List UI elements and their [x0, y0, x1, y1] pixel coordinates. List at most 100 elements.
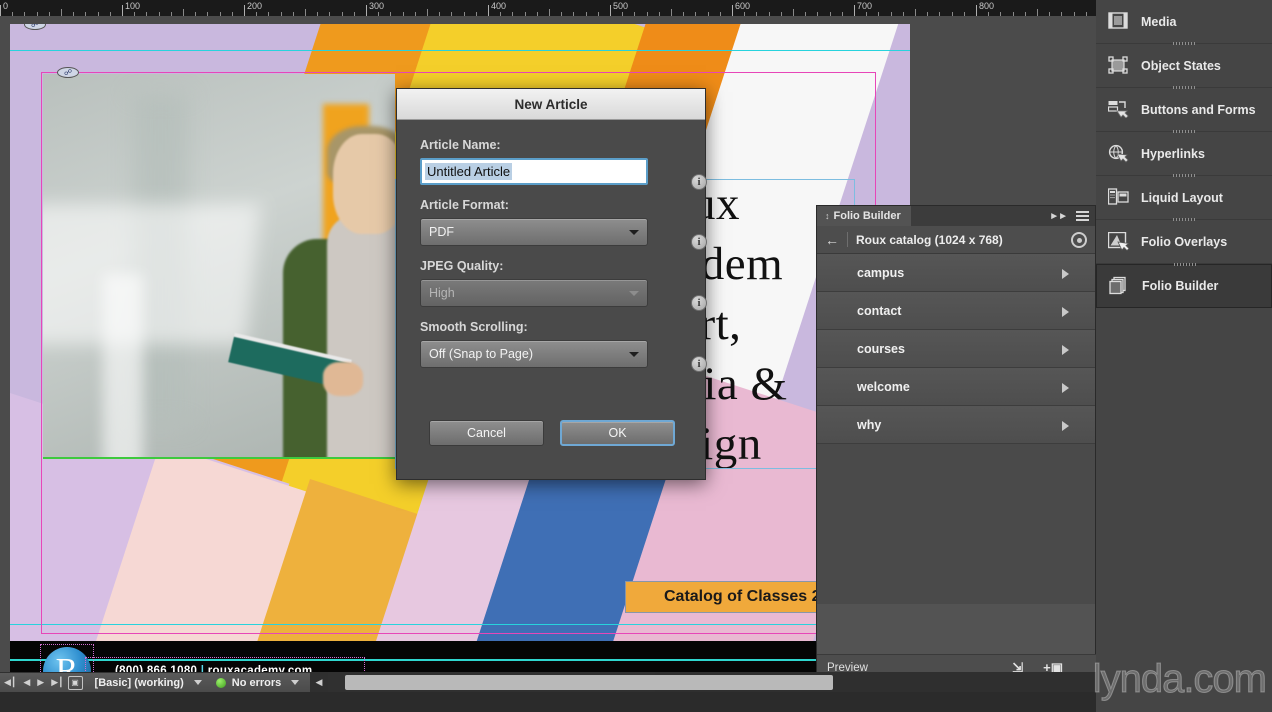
article-format-label: Article Format:: [420, 198, 509, 212]
next-page-icon[interactable]: ▶: [37, 677, 44, 688]
cancel-button[interactable]: Cancel: [429, 420, 544, 446]
jpeg-quality-select[interactable]: High: [420, 279, 648, 307]
info-icon-article-format[interactable]: i: [691, 234, 707, 250]
status-indicator-dot: [215, 677, 226, 688]
folio-article-row[interactable]: contact: [817, 292, 1095, 330]
link-chain-icon-2[interactable]: ☍: [57, 67, 79, 78]
page-mode-icon[interactable]: ▣: [67, 675, 83, 690]
smooth-scrolling-label: Smooth Scrolling:: [420, 320, 528, 334]
ok-button[interactable]: OK: [560, 420, 675, 446]
ruler-label: 0: [3, 1, 9, 11]
back-arrow-icon[interactable]: ←: [825, 233, 839, 247]
horizontal-ruler[interactable]: 0 100 200 300 400 500 600 700 800: [0, 0, 1096, 16]
collapse-chevrons-icon[interactable]: ►►: [1049, 211, 1068, 222]
panel-menu-icon[interactable]: [1076, 211, 1089, 221]
ruler-label: 300: [369, 1, 385, 11]
errors-label[interactable]: No errors: [232, 677, 282, 689]
buttons-forms-icon: [1108, 100, 1130, 120]
folio-panel-tabbar[interactable]: ↕ Folio Builder ►►: [817, 206, 1095, 226]
article-format-select[interactable]: PDF: [420, 218, 648, 246]
dock-divider-grip[interactable]: [1096, 83, 1272, 91]
dock-item-label: Media: [1141, 14, 1177, 29]
liquid-layout-icon: [1108, 187, 1130, 208]
folio-article-name: campus: [857, 265, 905, 280]
smooth-scrolling-value: Off (Snap to Page): [429, 347, 533, 361]
ruler-label: 500: [613, 1, 629, 11]
refresh-icon[interactable]: [1071, 232, 1087, 248]
media-icon: [1108, 11, 1130, 32]
status-bar: ◀┃ ◀ ▶ ▶┃ ▣ [Basic] (working) No errors …: [0, 672, 1096, 692]
dock-item-label: Folio Builder: [1142, 279, 1219, 293]
article-name-input[interactable]: Untitled Article: [420, 158, 648, 185]
folio-article-row[interactable]: courses: [817, 330, 1095, 368]
dock-divider-grip[interactable]: [1096, 171, 1272, 179]
folio-article-name: courses: [857, 341, 905, 356]
dock-item-label: Buttons and Forms: [1141, 102, 1256, 117]
last-page-icon[interactable]: ▶┃: [51, 677, 63, 688]
folio-article-name: welcome: [857, 379, 910, 394]
scroll-left-icon[interactable]: ◀: [310, 672, 328, 692]
panel-dock[interactable]: Media Object States Buttons and Forms Hyper…: [1096, 0, 1272, 712]
dialog-buttons: Cancel OK: [397, 420, 707, 446]
info-icon-smooth-scrolling[interactable]: i: [691, 356, 707, 372]
dock-divider-grip[interactable]: [1096, 215, 1272, 223]
dock-item-buttons-and-forms[interactable]: Buttons and Forms: [1096, 85, 1272, 132]
info-icon-jpeg-quality[interactable]: i: [691, 295, 707, 311]
dock-item-folio-overlays[interactable]: Folio Overlays: [1096, 217, 1272, 264]
dock-item-label: Liquid Layout: [1141, 190, 1223, 205]
ruler-label: 200: [247, 1, 263, 11]
article-format-row: Article Format: PDF i: [420, 198, 707, 250]
dock-item-label: Folio Overlays: [1141, 234, 1228, 249]
dialog-title: New Article: [397, 89, 705, 120]
workspace-chevron-icon[interactable]: [193, 680, 202, 685]
dock-item-hyperlinks[interactable]: Hyperlinks: [1096, 129, 1272, 176]
chevron-down-icon-scrolling: [629, 352, 639, 357]
smooth-scrolling-select[interactable]: Off (Snap to Page): [420, 340, 648, 368]
dock-item-media[interactable]: Media: [1096, 0, 1272, 44]
folio-header: ← Roux catalog (1024 x 768): [817, 226, 1095, 254]
dock-item-folio-builder[interactable]: Folio Builder: [1096, 262, 1272, 308]
dock-divider-grip[interactable]: [1097, 260, 1272, 268]
folio-article-row[interactable]: why: [817, 406, 1095, 444]
ruler-label: 100: [125, 1, 141, 11]
object-states-icon: [1108, 55, 1130, 76]
dock-divider-grip[interactable]: [1096, 127, 1272, 135]
guide-horizontal-top: [10, 50, 910, 51]
chevron-down-icon-format: [629, 230, 639, 235]
chevron-right-icon[interactable]: [1062, 268, 1069, 279]
workspace-label[interactable]: [Basic] (working): [95, 677, 184, 689]
chevron-right-icon[interactable]: [1062, 306, 1069, 317]
dock-item-liquid-layout[interactable]: Liquid Layout: [1096, 173, 1272, 220]
prev-page-icon[interactable]: ◀: [23, 677, 30, 688]
folio-article-list[interactable]: campus contact courses welcome why: [817, 254, 1095, 444]
new-article-dialog[interactable]: New Article Article Name: Untitled Artic…: [396, 88, 707, 480]
chevron-right-icon[interactable]: [1062, 344, 1069, 355]
hyperlinks-icon: [1108, 144, 1130, 164]
document-canvas[interactable]: oux cadem Art, edia & esign: [0, 16, 1096, 692]
ruler-label: 400: [491, 1, 507, 11]
first-page-icon[interactable]: ◀┃: [4, 677, 16, 688]
guide-horizontal-bottom: [10, 624, 910, 625]
folio-article-row[interactable]: campus: [817, 254, 1095, 292]
article-name-row: Article Name: Untitled Article i: [420, 138, 707, 190]
smooth-scrolling-row: Smooth Scrolling: Off (Snap to Page) i: [420, 320, 707, 372]
article-format-value: PDF: [429, 225, 454, 239]
dock-divider-grip[interactable]: [1096, 39, 1272, 47]
folio-empty-space: [817, 444, 1095, 604]
scrollbar-thumb[interactable]: [345, 675, 833, 690]
ruler-label: 600: [735, 1, 751, 11]
chevron-right-icon[interactable]: [1062, 420, 1069, 431]
dock-item-object-states[interactable]: Object States: [1096, 41, 1272, 88]
errors-chevron-icon[interactable]: [291, 680, 300, 685]
ruler-label: 700: [857, 1, 873, 11]
info-icon-article-name[interactable]: i: [691, 174, 707, 190]
dock-item-label: Hyperlinks: [1141, 146, 1205, 161]
chevron-down-icon-jpeg: [629, 291, 639, 296]
folio-builder-panel[interactable]: ↕ Folio Builder ►► ← Roux catalog (1024 …: [816, 205, 1096, 692]
folio-overlays-icon: [1108, 231, 1130, 252]
chevron-right-icon[interactable]: [1062, 382, 1069, 393]
folio-article-row[interactable]: welcome: [817, 368, 1095, 406]
folio-article-name: contact: [857, 303, 902, 318]
folio-builder-tab[interactable]: ↕ Folio Builder: [817, 206, 911, 226]
student-photo[interactable]: [43, 74, 395, 459]
